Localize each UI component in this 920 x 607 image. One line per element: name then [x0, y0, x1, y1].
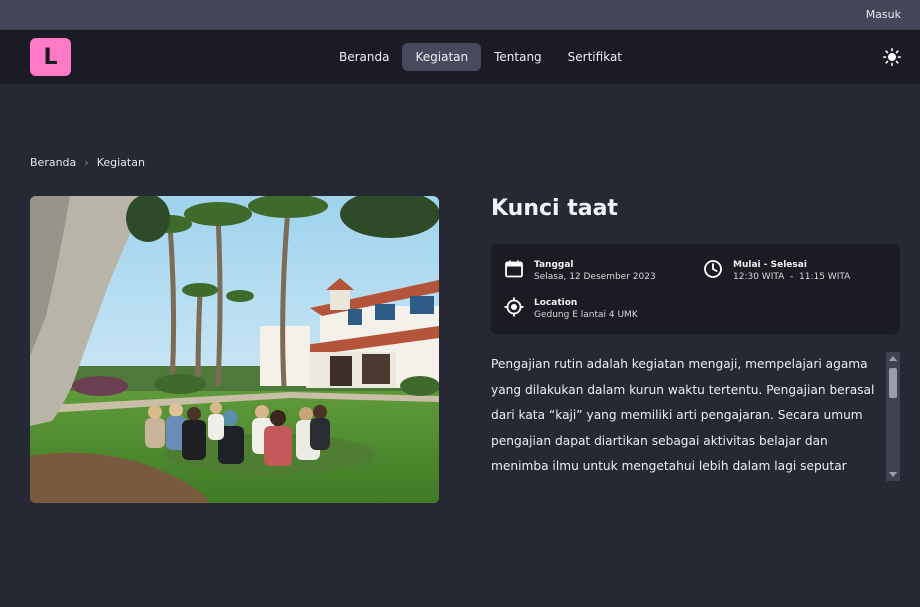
main-menu: Beranda Kegiatan Tentang Sertifikat	[326, 43, 635, 71]
scroll-down-arrow-icon[interactable]	[889, 472, 897, 477]
event-description: Pengajian rutin adalah kegiatan mengaji,…	[491, 357, 875, 473]
location-label: Location	[534, 298, 578, 308]
sun-icon[interactable]	[883, 48, 901, 66]
time-label: Mulai - Selesai	[733, 260, 807, 270]
breadcrumb: Beranda › Kegiatan	[30, 156, 145, 169]
description-scrollbar[interactable]	[886, 352, 900, 481]
event-photo	[30, 196, 439, 503]
scroll-thumb[interactable]	[889, 368, 897, 398]
breadcrumb-item-kegiatan[interactable]: Kegiatan	[97, 156, 145, 169]
description-panel[interactable]: Pengajian rutin adalah kegiatan mengaji,…	[491, 352, 900, 481]
nav-item-tentang[interactable]: Tentang	[481, 43, 555, 71]
breadcrumb-item-beranda[interactable]: Beranda	[30, 156, 76, 169]
navbar: L Beranda Kegiatan Tentang Sertifikat	[0, 30, 920, 84]
event-info-card: Tanggal Selasa, 12 Desember 2023 Mulai -…	[491, 244, 900, 334]
nav-item-sertifikat[interactable]: Sertifikat	[555, 43, 635, 71]
date-info: Tanggal Selasa, 12 Desember 2023	[504, 259, 656, 283]
location-info: Location Gedung E lantai 4 UMK	[504, 297, 638, 321]
login-link[interactable]: Masuk	[866, 8, 901, 21]
event-title: Kunci taat	[491, 196, 618, 221]
location-target-icon	[504, 297, 524, 317]
top-bar: Masuk	[0, 0, 920, 30]
date-label: Tanggal	[534, 260, 574, 270]
calendar-icon	[505, 260, 523, 278]
nav-item-beranda[interactable]: Beranda	[326, 43, 402, 71]
logo[interactable]: L	[30, 38, 71, 76]
clock-icon	[704, 260, 722, 278]
time-value: 12:30 WITA - 11:15 WITA	[733, 272, 851, 282]
chevron-right-icon: ›	[84, 156, 89, 169]
location-value: Gedung E lantai 4 UMK	[534, 310, 638, 320]
time-info: Mulai - Selesai 12:30 WITA - 11:15 WITA	[703, 259, 850, 283]
scroll-up-arrow-icon[interactable]	[889, 356, 897, 361]
nav-item-kegiatan[interactable]: Kegiatan	[402, 43, 482, 71]
date-value: Selasa, 12 Desember 2023	[534, 272, 656, 282]
